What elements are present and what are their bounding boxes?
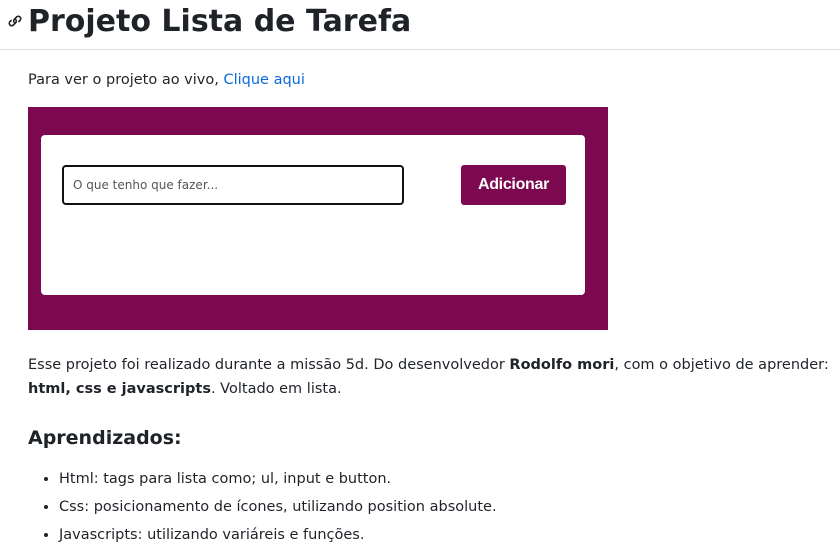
page-heading: Projeto Lista de Tarefa bbox=[0, 0, 840, 50]
add-task-button[interactable]: Adicionar bbox=[461, 165, 566, 205]
intro-text: Para ver o projeto ao vivo, bbox=[28, 72, 224, 88]
list-item: Html: tags para lista como; ul, input e … bbox=[59, 465, 497, 493]
link-icon[interactable] bbox=[7, 13, 23, 29]
list-item: Javascripts: utilizando variáreis e funç… bbox=[59, 521, 497, 547]
page-title: Projeto Lista de Tarefa bbox=[28, 4, 412, 39]
list-item: Css: posicionamento de ícones, utilizand… bbox=[59, 493, 497, 521]
live-demo-link[interactable]: Clique aqui bbox=[223, 72, 304, 88]
technologies: html, css e javascripts bbox=[28, 381, 211, 397]
description-text-2: , com o objetivo de aprender: bbox=[614, 357, 829, 373]
description-text-3: . Voltado em lista. bbox=[210, 381, 342, 397]
todo-card: Adicionar bbox=[41, 135, 585, 295]
learnings-list: Html: tags para lista como; ul, input e … bbox=[28, 465, 497, 547]
description-text-1: Esse projeto foi realizado durante a mis… bbox=[28, 357, 510, 373]
author-name: Rodolfo mori bbox=[509, 357, 615, 373]
task-input[interactable] bbox=[62, 165, 404, 205]
intro-paragraph: Para ver o projeto ao vivo, Clique aqui bbox=[28, 70, 305, 90]
learnings-heading: Aprendizados: bbox=[28, 427, 182, 449]
readme-page: Projeto Lista de Tarefa Para ver o proje… bbox=[0, 0, 840, 547]
project-description: Esse projeto foi realizado durante a mis… bbox=[28, 353, 840, 401]
project-preview-image: Adicionar bbox=[28, 107, 608, 330]
